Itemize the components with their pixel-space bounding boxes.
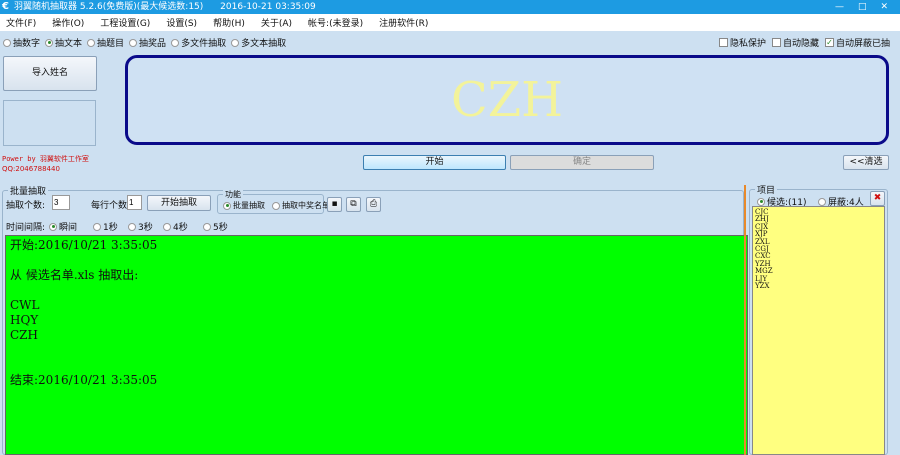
import-names-button[interactable]: 导入姓名 (3, 56, 97, 91)
list-item[interactable]: ZXL (755, 238, 882, 246)
list-item[interactable]: YZX (755, 282, 882, 290)
app-title: 羽翼随机抽取器 5.2.6(免费版)(最大候选数:15) (14, 2, 204, 12)
list-item[interactable]: MGZ (755, 267, 882, 275)
title-bar: € 羽翼随机抽取器 5.2.6(免费版)(最大候选数:15) 2016-10-2… (0, 0, 900, 14)
mode-multitext-radio[interactable]: 多文本抽取 (231, 36, 286, 49)
mode-number-radio[interactable]: 抽数字 (3, 36, 40, 49)
mode-question-radio[interactable]: 抽题目 (87, 36, 124, 49)
privacy-checkbox[interactable]: 隐私保护 (718, 36, 766, 49)
list-item[interactable]: YZH (755, 260, 882, 268)
minimize-button[interactable]: — (835, 0, 844, 14)
output-textarea[interactable]: 开始:2016/10/21 3:35:05 从 候选名单.xls 抽取出: CW… (5, 235, 748, 455)
mode-prize-radio[interactable]: 抽奖品 (129, 36, 166, 49)
delete-icon[interactable]: ✖ (870, 191, 885, 206)
menu-register[interactable]: 注册软件(R) (379, 16, 428, 29)
auto-hide-checkbox[interactable]: 自动隐藏 (771, 36, 819, 49)
batch-group-label: 批量抽取 (8, 184, 49, 197)
interval-instant-radio[interactable]: 瞬间 (49, 220, 77, 233)
per-row-input[interactable] (127, 195, 142, 210)
menu-project-settings[interactable]: 工程设置(G) (100, 16, 150, 29)
maximize-button[interactable]: □ (858, 0, 867, 14)
mode-text-radio[interactable]: 抽文本 (45, 36, 82, 49)
menu-help[interactable]: 帮助(H) (213, 16, 245, 29)
splitter[interactable] (744, 185, 746, 455)
list-item[interactable]: CJC (755, 208, 882, 216)
print-icon[interactable]: ⎙ (366, 197, 381, 212)
close-button[interactable]: ✕ (880, 0, 888, 14)
auto-block-checkbox[interactable]: ✓ 自动屏蔽已抽 (824, 36, 890, 49)
copy-icon[interactable]: ⧉ (346, 197, 361, 212)
app-icon: € (2, 1, 9, 12)
mode-multifile-radio[interactable]: 多文件抽取 (171, 36, 226, 49)
options-group: 隐私保护 自动隐藏 ✓ 自动屏蔽已抽 (718, 36, 890, 49)
result-display: CZH (125, 55, 889, 145)
count-input[interactable] (52, 195, 70, 210)
clear-button[interactable]: <<清选 (843, 155, 889, 170)
start-batch-button[interactable]: 开始抽取 (147, 195, 211, 211)
function-group: 功能 批量抽取 抽取中奖名单 (217, 189, 330, 214)
list-item[interactable]: CXC (755, 253, 882, 261)
title-datetime: 2016-10-21 03:35:09 (220, 2, 316, 12)
menu-account[interactable]: 帐号:(未登录) (308, 16, 363, 29)
list-item[interactable]: ZHJ (755, 215, 882, 223)
per-row-label: 每行个数: (91, 201, 131, 211)
mode-radio-group: 抽数字 抽文本 抽题目 抽奖品 多文件抽取 多文本抽取 (3, 36, 286, 49)
winners-draw-radio[interactable]: 抽取中奖名单 (272, 200, 330, 211)
qq-contact: QQ:2046788440 (2, 165, 60, 173)
confirm-button[interactable]: 确定 (510, 155, 654, 170)
list-item[interactable]: XJP (755, 230, 882, 238)
function-group-label: 功能 (223, 189, 243, 200)
batch-draw-radio[interactable]: 批量抽取 (223, 200, 265, 211)
menu-about[interactable]: 关于(A) (261, 16, 292, 29)
interval-1s-radio[interactable]: 1秒 (93, 220, 118, 233)
menu-settings[interactable]: 设置(S) (166, 16, 197, 29)
menu-file[interactable]: 文件(F) (6, 16, 36, 29)
count-label: 抽取个数: (6, 201, 46, 211)
interval-5s-radio[interactable]: 5秒 (203, 220, 228, 233)
list-item[interactable]: LJY (755, 275, 882, 283)
interval-4s-radio[interactable]: 4秒 (163, 220, 188, 233)
list-item[interactable]: CGJ (755, 245, 882, 253)
menu-operate[interactable]: 操作(O) (52, 16, 84, 29)
interval-label: 时间间隔: (6, 223, 46, 233)
powered-by: Power by 羽翼软件工作室 (2, 155, 89, 163)
start-button[interactable]: 开始 (363, 155, 506, 170)
list-item[interactable]: CJX (755, 223, 882, 231)
menu-bar: 文件(F) 操作(O) 工程设置(G) 设置(S) 帮助(H) 关于(A) 帐号… (0, 14, 900, 31)
image-box (3, 100, 96, 146)
save-icon[interactable]: ▪ (327, 197, 342, 212)
candidate-list[interactable]: CJC ZHJ CJX XJP ZXL CGJ CXC YZH MGZ LJY … (752, 206, 885, 455)
interval-3s-radio[interactable]: 3秒 (128, 220, 153, 233)
